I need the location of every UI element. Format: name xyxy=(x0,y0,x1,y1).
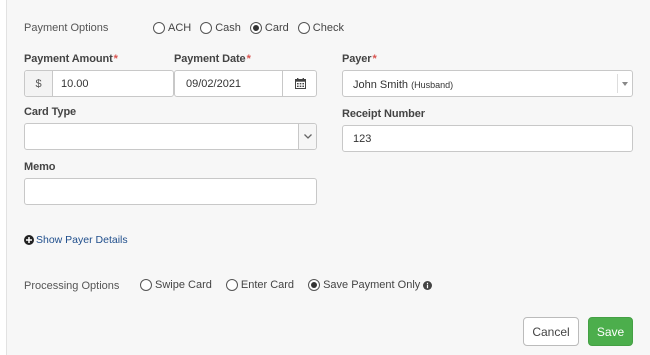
currency-addon: $ xyxy=(25,71,53,96)
radio-ach[interactable] xyxy=(153,22,165,34)
calendar-button[interactable] xyxy=(282,71,317,96)
payment-amount-field[interactable]: $ 10.00 xyxy=(24,70,174,97)
radio-card[interactable] xyxy=(249,22,262,34)
calendar-icon xyxy=(294,78,306,89)
payer-select[interactable]: John Smith (Husband) xyxy=(342,70,633,97)
processing-option-enter[interactable]: Enter Card xyxy=(225,279,294,291)
plus-circle-icon xyxy=(24,235,34,245)
payer-label: Payer* xyxy=(342,53,377,65)
payment-option-cash[interactable]: Cash xyxy=(200,22,241,34)
memo-input[interactable] xyxy=(24,178,317,205)
radio-swipe-card[interactable] xyxy=(140,279,152,291)
card-type-label: Card Type xyxy=(24,106,77,118)
radio-cash[interactable] xyxy=(200,22,213,34)
payment-option-card[interactable]: Card xyxy=(249,22,289,34)
radio-enter-card[interactable] xyxy=(225,279,238,291)
processing-options-label: Processing Options xyxy=(24,280,120,292)
radio-check[interactable] xyxy=(297,22,310,34)
payment-date-label: Payment Date* xyxy=(174,53,251,65)
payer-value: John Smith (Husband) xyxy=(353,79,454,91)
card-type-select[interactable] xyxy=(24,123,317,150)
payment-date-field[interactable]: 09/02/2021 xyxy=(174,70,317,97)
processing-option-swipe[interactable]: Swipe Card xyxy=(140,279,212,291)
caret-down-icon xyxy=(622,81,628,86)
processing-options-group: Swipe Card Enter Card Save Payment Only xyxy=(140,279,441,291)
payment-option-ach[interactable]: ACH xyxy=(153,22,191,34)
cancel-button[interactable]: Cancel xyxy=(523,317,579,346)
chevron-down-icon xyxy=(303,134,312,139)
payment-options-group: ACH Cash Card Check xyxy=(153,22,353,34)
info-icon[interactable] xyxy=(423,280,433,290)
payment-form-panel: Payment Options ACH Cash Card Check Paym… xyxy=(6,0,650,355)
payment-options-label: Payment Options xyxy=(24,22,109,34)
payment-amount-value: 10.00 xyxy=(61,78,89,90)
receipt-number-label: Receipt Number xyxy=(342,108,425,120)
payment-option-check[interactable]: Check xyxy=(297,22,344,34)
payment-amount-label: Payment Amount* xyxy=(24,53,118,65)
card-type-dropdown-toggle[interactable] xyxy=(298,124,316,149)
radio-save-payment-only[interactable] xyxy=(308,279,321,291)
payer-dropdown-toggle[interactable] xyxy=(617,74,632,93)
memo-label: Memo xyxy=(24,161,56,173)
receipt-number-input[interactable]: 123 xyxy=(342,125,633,152)
processing-option-save-only[interactable]: Save Payment Only xyxy=(308,279,433,291)
receipt-number-value: 123 xyxy=(353,133,372,145)
payment-date-value: 09/02/2021 xyxy=(186,78,242,90)
show-payer-details-link[interactable]: Show Payer Details xyxy=(24,234,128,246)
save-button[interactable]: Save xyxy=(588,317,633,346)
